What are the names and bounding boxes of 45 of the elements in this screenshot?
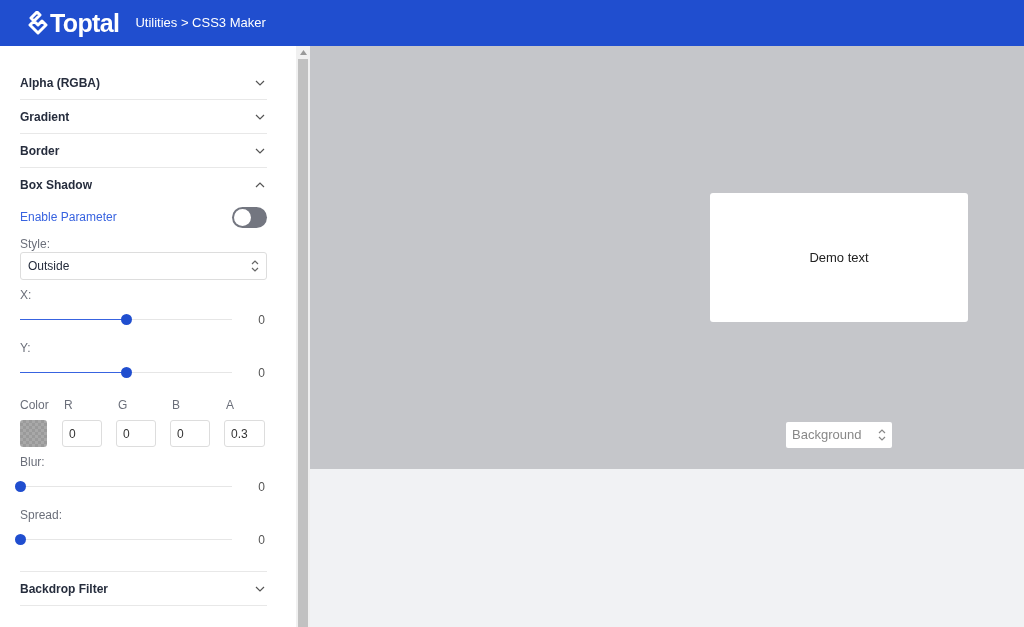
field-label: Color xyxy=(20,397,48,411)
scrollbar-thumb[interactable] xyxy=(298,59,308,627)
channel-label: A xyxy=(225,397,235,414)
toggle-label: Enable Parameter xyxy=(20,209,117,226)
field-label: Blur: xyxy=(20,454,46,469)
updown-icon xyxy=(878,429,886,441)
channel-label: R xyxy=(63,397,74,414)
channel-label: B xyxy=(171,397,181,414)
breadcrumb[interactable]: Utilities > CSS3 Maker xyxy=(135,13,266,33)
slider-value: 0 xyxy=(258,311,265,329)
field-label: Spread: xyxy=(20,507,64,522)
slider-value: 0 xyxy=(258,531,265,549)
field-label: X: xyxy=(20,287,33,302)
slider-value: 0 xyxy=(258,478,265,496)
slider-value: 0 xyxy=(258,364,265,382)
section-header[interactable]: Gradient xyxy=(20,100,267,133)
chevron-down-icon xyxy=(255,585,265,592)
chevron-down-icon xyxy=(255,113,265,120)
section-header[interactable]: Backdrop Filter xyxy=(20,572,267,605)
chevron-up-icon xyxy=(255,181,265,188)
logo-icon xyxy=(28,11,48,35)
background-select[interactable]: Background xyxy=(786,422,892,448)
chevron-down-icon xyxy=(255,79,265,86)
color-swatch[interactable] xyxy=(20,420,47,447)
chevron-down-icon xyxy=(255,147,265,154)
logo-text[interactable]: Toptal xyxy=(50,10,120,36)
updown-icon xyxy=(251,260,259,272)
section-header[interactable]: Alpha (RGBA) xyxy=(20,66,267,99)
channel-label: G xyxy=(117,397,129,414)
section-header[interactable]: Box Shadow xyxy=(20,168,267,201)
field-label: Y: xyxy=(20,340,32,355)
slider-thumb[interactable] xyxy=(121,367,132,378)
channel-input[interactable]: 0 xyxy=(116,420,156,447)
toggle-switch[interactable] xyxy=(232,206,267,228)
scrollbar[interactable] xyxy=(296,46,310,627)
field-label: Style: xyxy=(20,236,51,252)
channel-input[interactable]: 0 xyxy=(62,420,102,447)
channel-input[interactable]: 0 xyxy=(170,420,210,447)
slider-thumb[interactable] xyxy=(15,481,26,492)
channel-input[interactable]: 0.3 xyxy=(224,420,265,447)
slider-thumb[interactable] xyxy=(121,314,132,325)
section-header[interactable]: Border xyxy=(20,134,267,167)
slider-thumb[interactable] xyxy=(15,534,26,545)
demo-text: Demo text xyxy=(809,248,869,267)
style-select[interactable]: Outside xyxy=(20,252,267,280)
